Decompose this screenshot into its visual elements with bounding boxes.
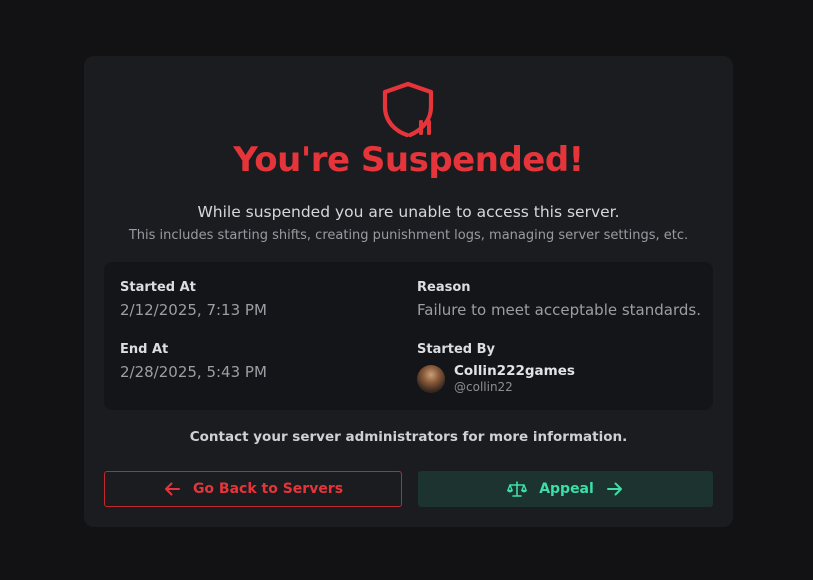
go-back-button-label: Go Back to Servers bbox=[192, 481, 344, 497]
arrow-left-icon bbox=[164, 482, 180, 496]
avatar bbox=[417, 365, 445, 393]
scale-icon bbox=[507, 481, 528, 497]
reason-value: Failure to meet acceptable standards. bbox=[417, 301, 701, 319]
end-at-label: End At bbox=[120, 342, 169, 357]
appeal-button[interactable]: Appeal bbox=[418, 471, 713, 507]
shield-pause-icon bbox=[382, 81, 434, 138]
suspension-subtitle: While suspended you are unable to access… bbox=[197, 203, 620, 221]
started-by-handle: @collin22 bbox=[454, 380, 513, 394]
appeal-button-label: Appeal bbox=[539, 481, 594, 497]
page-title: You're Suspended! bbox=[233, 140, 584, 180]
end-at-value: 2/28/2025, 5:43 PM bbox=[120, 363, 267, 381]
suspension-description: This includes starting shifts, creating … bbox=[128, 228, 689, 243]
started-by-username: Collin222games bbox=[454, 363, 575, 379]
go-back-to-servers-button[interactable]: Go Back to Servers bbox=[104, 471, 402, 507]
started-by-label: Started By bbox=[417, 342, 496, 357]
started-at-label: Started At bbox=[120, 280, 196, 295]
contact-admin-text: Contact your server administrators for m… bbox=[189, 429, 628, 445]
started-at-value: 2/12/2025, 7:13 PM bbox=[120, 301, 267, 319]
reason-label: Reason bbox=[417, 280, 471, 295]
arrow-right-icon bbox=[606, 482, 622, 496]
